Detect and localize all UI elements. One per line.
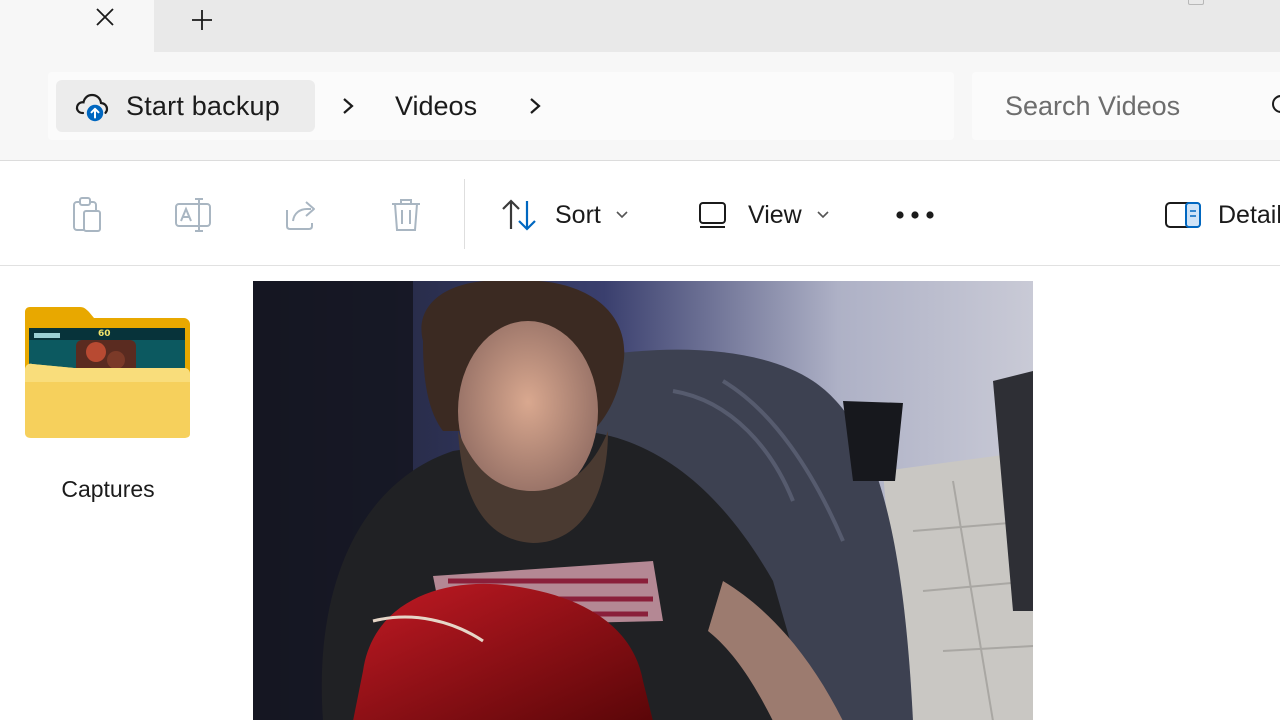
sort-label: Sort [555, 200, 601, 229]
video-thumbnail[interactable] [253, 281, 1033, 720]
folder-item-captures[interactable]: 60 Captures [18, 306, 198, 516]
plus-icon[interactable] [186, 4, 218, 36]
close-icon[interactable] [90, 2, 120, 32]
folder-icon: 60 [25, 307, 190, 438]
folder-thumbnail-badge: 60 [98, 329, 111, 339]
view-button[interactable]: View [698, 191, 830, 239]
details-pane-button[interactable]: Details [1164, 191, 1280, 239]
chevron-down-icon [817, 211, 829, 219]
sort-icon [502, 199, 536, 231]
start-backup-button[interactable]: Start backup [56, 80, 315, 132]
paste-icon[interactable] [67, 195, 107, 235]
search-placeholder: Search Videos [1005, 91, 1181, 121]
breadcrumb-videos[interactable]: Videos [395, 86, 477, 126]
start-backup-label: Start backup [126, 90, 280, 121]
cloud-upload-icon [75, 93, 109, 122]
search-icon[interactable] [1269, 94, 1280, 118]
chevron-right-icon[interactable] [338, 92, 358, 120]
search-input[interactable]: Search Videos [972, 72, 1280, 140]
file-list: 60 Captures [0, 266, 1280, 720]
chevron-down-icon [616, 211, 628, 219]
sort-button[interactable]: Sort [500, 191, 629, 239]
address-bar-row: Start backup Videos Search Videos [0, 52, 1280, 161]
tab-videos[interactable] [0, 0, 154, 52]
folder-name: Captures [61, 476, 155, 502]
tab-strip [0, 0, 1280, 52]
file-explorer-window: Start backup Videos Search Videos Sort V… [0, 0, 1280, 720]
more-icon [896, 211, 934, 219]
share-icon[interactable] [280, 195, 320, 235]
webcam-recording-thumbnail [253, 281, 1033, 720]
rename-icon[interactable] [173, 195, 213, 235]
details-label: Details [1218, 200, 1280, 229]
maximize-icon[interactable] [1188, 0, 1204, 5]
details-pane-icon [1165, 202, 1201, 228]
more-options-button[interactable] [894, 191, 936, 239]
view-icon [699, 202, 726, 228]
view-label: View [748, 200, 802, 229]
delete-icon[interactable] [386, 195, 426, 235]
chevron-right-icon[interactable] [525, 92, 545, 120]
toolbar-divider [464, 179, 465, 249]
address-bar[interactable]: Start backup Videos [48, 72, 954, 140]
command-bar: Sort View Detail [0, 161, 1280, 266]
